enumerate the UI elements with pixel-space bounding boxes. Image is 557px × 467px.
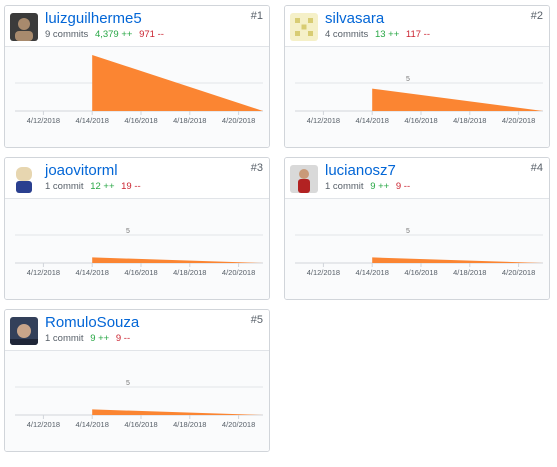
x-tick-label: 4/14/2018 xyxy=(76,268,109,277)
gridline-label: 5 xyxy=(406,228,410,235)
contribution-chart: 5 4/12/2018 4/14/2018 4/16/2018 4/18/2018 4/2… xyxy=(5,199,269,299)
x-tick-label: 4/12/2018 xyxy=(27,420,60,429)
x-tick-label: 4/16/2018 xyxy=(124,268,157,277)
x-tick-label: 4/12/2018 xyxy=(27,116,60,125)
commit-count[interactable]: 1 commit xyxy=(325,181,364,192)
deletions-count: 9 -- xyxy=(395,181,411,192)
contributor-header: joaovitorml 1 commit 12 ++ 19 -- #3 xyxy=(5,158,269,199)
commits-area xyxy=(92,257,263,263)
avatar[interactable] xyxy=(10,13,38,41)
deletions-count: 971 -- xyxy=(139,29,164,40)
contributor-header: lucianosz7 1 commit 9 ++ 9 -- #4 xyxy=(285,158,549,199)
contributor-username[interactable]: luizguilherme5 xyxy=(45,10,142,27)
x-tick-label: 4/20/2018 xyxy=(502,268,535,277)
contributor-rank: #4 xyxy=(530,162,543,174)
contributor-rank: #3 xyxy=(250,162,263,174)
contributor-header: RomuloSouza 1 commit 9 ++ 9 -- #5 xyxy=(5,310,269,351)
contribution-chart: 5 4/12/2018 4/14/2018 4/16/2018 4/18/2018 4/2… xyxy=(285,199,549,299)
commit-count[interactable]: 1 commit xyxy=(45,181,84,192)
additions-count: 12 ++ xyxy=(90,181,115,192)
deletions-count: 117 -- xyxy=(405,29,431,40)
contributor-card: lucianosz7 1 commit 9 ++ 9 -- #4 5 4/12/2… xyxy=(284,157,550,300)
contributor-stats: 1 commit 9 ++ 9 -- xyxy=(325,181,410,192)
x-tick-label: 4/12/2018 xyxy=(307,116,340,125)
x-tick-label: 4/20/2018 xyxy=(222,420,255,429)
contributor-card: joaovitorml 1 commit 12 ++ 19 -- #3 5 4/1… xyxy=(4,157,270,300)
x-tick-label: 4/16/2018 xyxy=(124,420,157,429)
contributor-stats: 4 commits 13 ++ 117 -- xyxy=(325,29,430,40)
gridline-label: 5 xyxy=(126,380,130,387)
x-tick-label: 4/20/2018 xyxy=(502,116,535,125)
x-tick-label: 4/14/2018 xyxy=(76,116,109,125)
contributor-card: luizguilherme5 9 commits 4,379 ++ 971 --… xyxy=(4,5,270,148)
additions-count: 9 ++ xyxy=(370,181,390,192)
contributor-stats: 1 commit 9 ++ 9 -- xyxy=(45,333,130,344)
x-tick-label: 4/18/2018 xyxy=(173,116,206,125)
avatar[interactable] xyxy=(10,317,38,345)
contributor-rank: #2 xyxy=(530,10,543,22)
x-tick-label: 4/16/2018 xyxy=(404,116,437,125)
x-tick-label: 4/18/2018 xyxy=(453,116,486,125)
x-tick-label: 4/16/2018 xyxy=(124,116,157,125)
avatar[interactable] xyxy=(10,165,38,193)
gridline-label: 5 xyxy=(126,228,130,235)
x-tick-label: 4/12/2018 xyxy=(307,268,340,277)
commits-area xyxy=(92,409,263,415)
commit-count[interactable]: 9 commits xyxy=(45,29,88,40)
x-tick-label: 4/12/2018 xyxy=(27,268,60,277)
x-tick-label: 4/18/2018 xyxy=(453,268,486,277)
contribution-chart: 4/12/2018 4/14/2018 4/16/2018 4/18/2018 4/20… xyxy=(5,47,269,147)
contributor-username[interactable]: RomuloSouza xyxy=(45,314,139,331)
commits-area xyxy=(372,257,543,263)
contributor-card: RomuloSouza 1 commit 9 ++ 9 -- #5 5 4/12/… xyxy=(4,309,270,452)
contribution-chart: 5 4/12/2018 4/14/2018 4/16/2018 4/18/2018 4/2… xyxy=(285,47,549,147)
avatar[interactable] xyxy=(290,165,318,193)
commit-count[interactable]: 4 commits xyxy=(325,29,368,40)
deletions-count: 19 -- xyxy=(121,181,141,192)
x-tick-label: 4/18/2018 xyxy=(173,268,206,277)
avatar[interactable] xyxy=(290,13,318,41)
contributor-stats: 9 commits 4,379 ++ 971 -- xyxy=(45,29,164,40)
contributor-header: luizguilherme5 9 commits 4,379 ++ 971 --… xyxy=(5,6,269,47)
commits-area xyxy=(372,88,543,111)
commit-count[interactable]: 1 commit xyxy=(45,333,84,344)
contributor-username[interactable]: silvasara xyxy=(325,10,384,27)
x-tick-label: 4/20/2018 xyxy=(222,116,255,125)
x-tick-label: 4/14/2018 xyxy=(356,116,389,125)
gridline-label: 5 xyxy=(406,76,410,83)
contributor-username[interactable]: joaovitorml xyxy=(45,162,118,179)
contributor-username[interactable]: lucianosz7 xyxy=(325,162,396,179)
additions-count: 4,379 ++ xyxy=(94,29,133,40)
contribution-chart: 5 4/12/2018 4/14/2018 4/16/2018 4/18/2018 4/2… xyxy=(5,351,269,451)
contributor-stats: 1 commit 12 ++ 19 -- xyxy=(45,181,141,192)
contributor-header: silvasara 4 commits 13 ++ 117 -- #2 xyxy=(285,6,549,47)
contributor-rank: #1 xyxy=(250,10,263,22)
x-tick-label: 4/20/2018 xyxy=(222,268,255,277)
additions-count: 13 ++ xyxy=(374,29,400,40)
x-tick-label: 4/18/2018 xyxy=(173,420,206,429)
contributor-rank: #5 xyxy=(250,314,263,326)
x-tick-label: 4/16/2018 xyxy=(404,268,437,277)
contributor-card: silvasara 4 commits 13 ++ 117 -- #2 5 4/1… xyxy=(284,5,550,148)
x-tick-label: 4/14/2018 xyxy=(76,420,109,429)
additions-count: 9 ++ xyxy=(90,333,110,344)
x-tick-label: 4/14/2018 xyxy=(356,268,389,277)
deletions-count: 9 -- xyxy=(115,333,131,344)
